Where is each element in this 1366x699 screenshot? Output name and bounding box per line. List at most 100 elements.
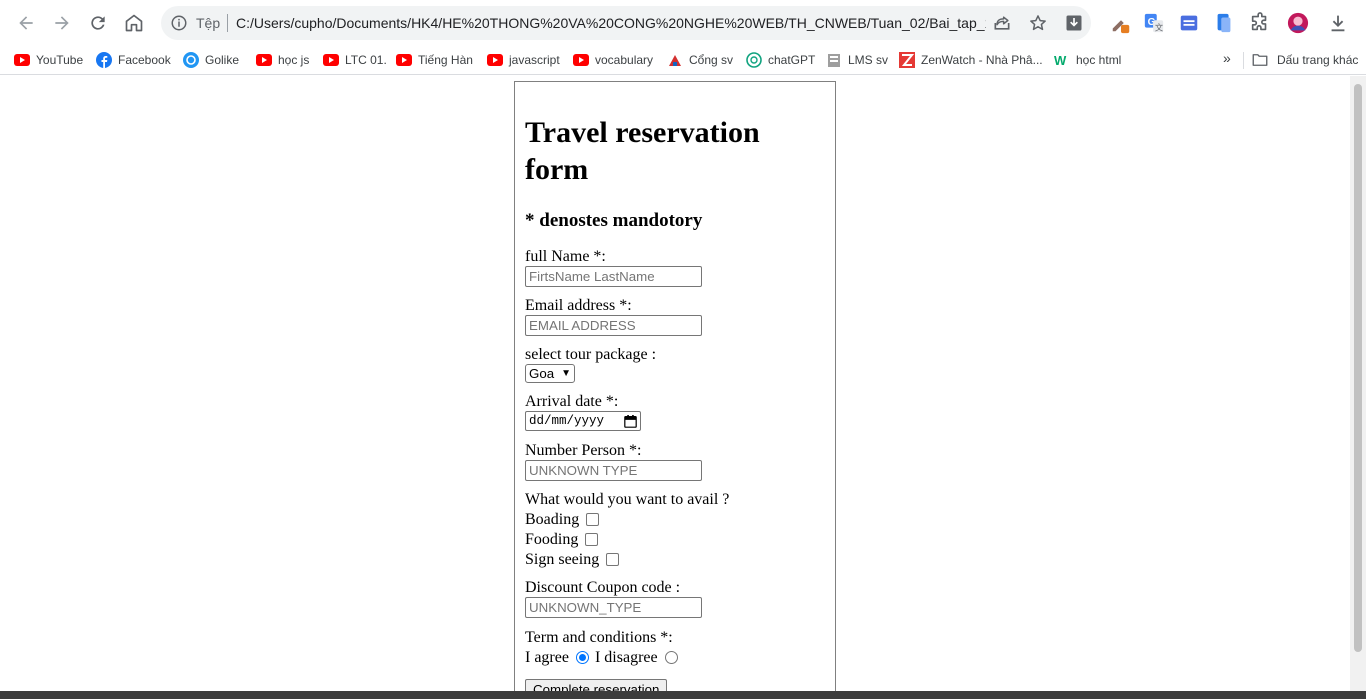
bookmark-cong-sv[interactable]: Cổng sv [667, 51, 733, 69]
email-input[interactable]: EMAIL ADDRESS [525, 315, 702, 336]
docs-extension-button[interactable] [1213, 12, 1235, 34]
fooding-checkbox[interactable] [585, 532, 599, 546]
portal-icon [667, 52, 683, 68]
zenwatch-icon [899, 52, 915, 68]
bookmark-label: Golike [205, 53, 240, 67]
page-viewport: Travel reservation form * denostes mando… [0, 76, 1350, 691]
disagree-radio[interactable] [664, 650, 678, 664]
folder-icon [1252, 54, 1268, 66]
coupon-label: Discount Coupon code : [525, 579, 681, 596]
terms-radios: I agree I disagree [525, 647, 825, 667]
agree-label: I agree [525, 648, 569, 666]
full-name-label: full Name *: [525, 248, 606, 265]
download-icon [1331, 15, 1345, 32]
checkbox-label: Sign seeing [525, 550, 600, 568]
download-box-icon [1066, 15, 1082, 31]
folder-label: Dấu trang khác [1277, 53, 1359, 67]
bookmark-hoc-js[interactable]: học js [256, 51, 309, 69]
boading-checkbox[interactable] [586, 512, 600, 526]
bookmarks-divider [1243, 52, 1244, 69]
package-field: select tour package : Goa ▼ [525, 345, 825, 383]
bookmarks-bar: YouTube Facebook Golike học js LTC 01. T… [0, 46, 1366, 75]
agree-radio[interactable] [575, 650, 589, 664]
share-button[interactable] [992, 13, 1012, 33]
calendar-icon[interactable] [624, 414, 637, 428]
bookmark-chatgpt[interactable]: chatGPT [746, 51, 815, 69]
lms-icon [826, 52, 842, 68]
document-icon [1217, 13, 1231, 33]
scrollbar-thumb[interactable] [1354, 84, 1362, 652]
complete-reservation-button[interactable]: Complete reservation [525, 679, 668, 691]
bookmark-label: ZenWatch - Nhà Phâ... [921, 53, 1043, 67]
checkbox-label: Boading [525, 510, 580, 528]
bookmark-label: Tiếng Hàn [418, 53, 473, 67]
svg-text:W: W [1054, 53, 1067, 68]
bookmark-tieng-han[interactable]: Tiếng Hàn [396, 51, 473, 69]
forward-button[interactable] [48, 9, 76, 37]
full-name-input[interactable]: FirtsName LastName [525, 266, 702, 287]
chatgpt-icon [746, 52, 762, 68]
omnibox-divider [227, 14, 228, 32]
bookmark-ltc[interactable]: LTC 01. [323, 51, 387, 69]
arrival-field: Arrival date *: dd/mm/yyyy [525, 392, 825, 431]
full-name-field: full Name *: FirtsName LastName [525, 247, 825, 287]
golike-icon [183, 52, 199, 68]
bookmark-label: chatGPT [768, 53, 816, 67]
tour-package-select[interactable]: Goa ▼ [525, 364, 575, 383]
bookmark-zenwatch[interactable]: ZenWatch - Nhà Phâ... [899, 51, 1043, 69]
coupon-input[interactable]: UNKNOWN_TYPE [525, 597, 702, 618]
eyedropper-extension-icon [1112, 20, 1130, 34]
avail-label: What would you want to avail ? [525, 491, 730, 508]
bookmark-star-button[interactable] [1028, 13, 1048, 33]
bookmark-label: Cổng sv [689, 53, 734, 67]
reload-button[interactable] [84, 9, 112, 37]
extension-tool-button[interactable] [1110, 12, 1132, 34]
home-button[interactable] [120, 9, 148, 37]
avail-option-sign-seeing: Sign seeing [525, 549, 825, 569]
bookmark-facebook[interactable]: Facebook [96, 51, 171, 69]
reservation-form: Travel reservation form * denostes mando… [514, 81, 836, 691]
back-button[interactable] [12, 9, 40, 37]
profile-button[interactable] [1287, 12, 1309, 34]
chevron-down-icon: ▼ [561, 368, 571, 379]
puzzle-icon [1251, 12, 1267, 31]
bookmark-label: javascript [509, 53, 560, 67]
w3schools-icon: W [1054, 52, 1070, 68]
svg-text:文: 文 [1155, 22, 1163, 32]
bookmark-youtube[interactable]: YouTube [14, 51, 83, 69]
bookmark-label: LTC 01. [345, 53, 387, 67]
sign-seeing-checkbox[interactable] [606, 552, 620, 566]
extensions-button[interactable] [1249, 12, 1271, 34]
bookmark-lms-sv[interactable]: LMS sv [826, 51, 888, 69]
email-field: Email address *: EMAIL ADDRESS [525, 296, 825, 336]
home-icon [125, 14, 143, 32]
persons-input[interactable]: UNKNOWN TYPE [525, 460, 702, 481]
bookmark-label: vocabulary [595, 53, 654, 67]
install-button[interactable] [1064, 13, 1084, 33]
window-extension-button[interactable] [1178, 12, 1200, 34]
arrival-date-input[interactable]: dd/mm/yyyy [525, 411, 641, 431]
bookmark-vocabulary[interactable]: vocabulary [573, 51, 653, 69]
translate-extension-button[interactable]: G文 [1143, 12, 1165, 34]
other-bookmarks-folder[interactable]: Dấu trang khác [1251, 51, 1358, 69]
persons-field: Number Person *: UNKNOWN TYPE [525, 441, 825, 481]
scheme-label: Tệp [196, 15, 221, 31]
terms-field: Term and conditions *: I agree I disagre… [525, 628, 825, 667]
select-value: Goa [529, 366, 555, 381]
url-text[interactable]: C:/Users/cupho/Documents/HK4/HE%20THONG%… [236, 15, 986, 31]
checkbox-label: Fooding [525, 530, 579, 548]
youtube-icon [573, 52, 589, 68]
address-bar[interactable]: Tệp C:/Users/cupho/Documents/HK4/HE%20TH… [161, 6, 1091, 40]
bookmarks-overflow-button[interactable]: » [1223, 50, 1231, 66]
info-icon[interactable] [170, 14, 188, 32]
bookmark-golike[interactable]: Golike [183, 51, 239, 69]
downloads-button[interactable] [1327, 12, 1349, 34]
window-icon [1180, 15, 1198, 31]
bookmark-javascript[interactable]: javascript [487, 51, 560, 69]
avail-option-fooding: Fooding [525, 529, 825, 549]
bookmark-label: Facebook [118, 53, 171, 67]
email-label: Email address *: [525, 297, 632, 314]
bookmark-hoc-html[interactable]: W học html [1054, 51, 1121, 69]
terms-label: Term and conditions *: [525, 629, 673, 646]
vertical-scrollbar[interactable] [1350, 76, 1366, 691]
